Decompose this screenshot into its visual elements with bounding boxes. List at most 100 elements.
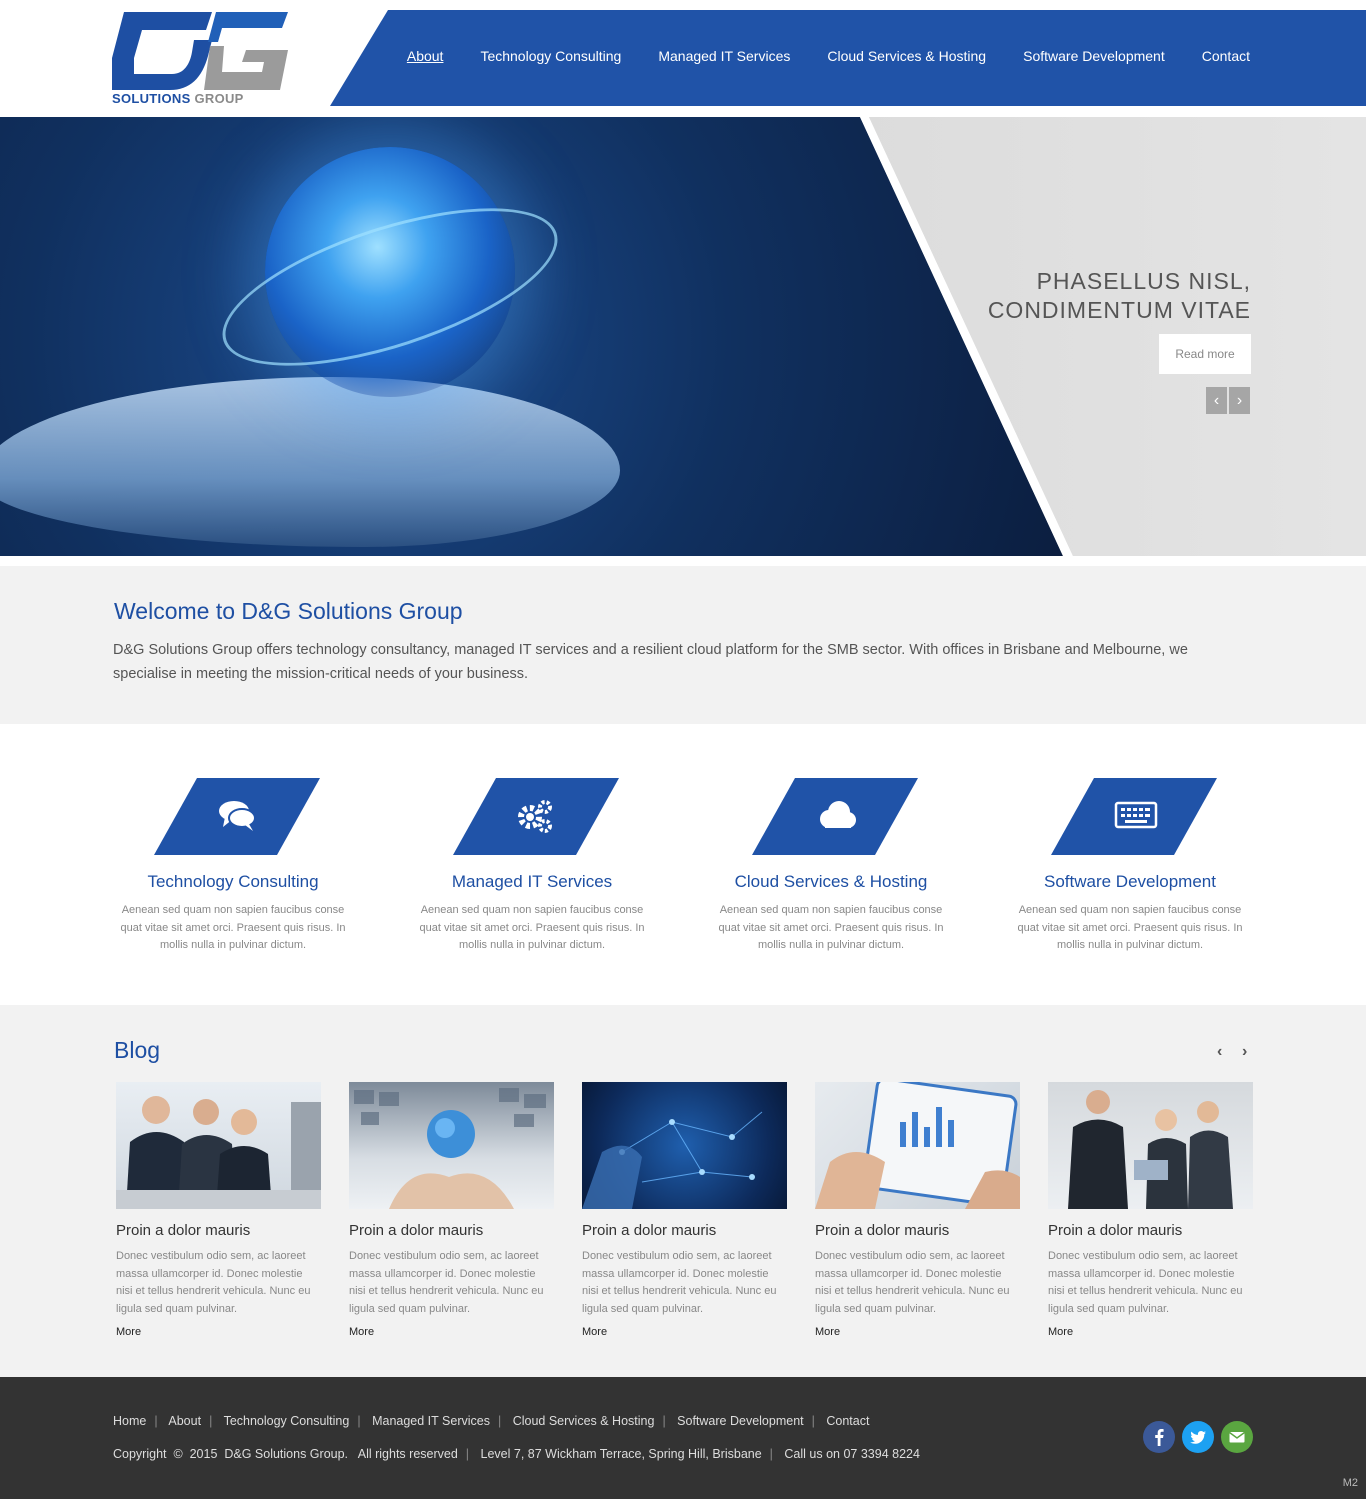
blog-post-title[interactable]: Proin a dolor mauris [815,1222,1020,1239]
blog-post-image[interactable] [1048,1082,1253,1209]
footer-link-home[interactable]: Home [113,1414,146,1428]
hand-illustration [0,377,620,547]
main-nav: About Technology Consulting Managed IT S… [407,48,1250,64]
services-section: Technology Consulting Aenean sed quam no… [0,724,1366,1005]
service-icon-badge [1051,778,1217,855]
footer-separator: | [662,1414,666,1428]
blog-post: Proin a dolor mauris Donec vestibulum od… [582,1082,787,1338]
business-team-photo [116,1096,321,1209]
tablet-chart-photo [815,1082,1020,1209]
footer-link-technology-consulting[interactable]: Technology Consulting [224,1414,350,1428]
nav-item-cloud-services-hosting[interactable]: Cloud Services & Hosting [827,48,986,64]
blog-post-title[interactable]: Proin a dolor mauris [349,1222,554,1239]
chat-icon [217,797,257,835]
blog-post-excerpt: Donec vestibulum odio sem, ac laoreet ma… [349,1250,544,1315]
twitter-icon[interactable] [1182,1421,1214,1453]
email-icon[interactable] [1221,1421,1253,1453]
logo-wordmark: SOLUTIONS GROUP [112,91,244,106]
nav-item-about[interactable]: About [407,48,444,64]
blog-post: Proin a dolor mauris Donec vestibulum od… [815,1082,1020,1338]
blog-prev-icon[interactable]: ‹ [1217,1043,1222,1061]
blog-post-image[interactable] [815,1082,1020,1209]
hero-title: PHASELLUS NISL, CONDIMENTUM VITAE [988,267,1251,325]
gears-icon [516,797,556,835]
site-footer: Home | About | Technology Consulting | Mana… [0,1377,1366,1499]
footer-link-software-development[interactable]: Software Development [677,1414,803,1428]
slider-prev-icon[interactable]: ‹ [1206,387,1227,414]
footer-nav: Home | About | Technology Consulting | Mana… [113,1414,869,1428]
footer-link-managed-it-services[interactable]: Managed IT Services [372,1414,490,1428]
phone-text: Call us on 07 3394 8224 [784,1447,920,1461]
blog-post: Proin a dolor mauris Donec vestibulum od… [116,1082,321,1338]
hero-title-line-1: PHASELLUS NISL, [1036,268,1251,294]
read-more-button[interactable]: Read more [1159,334,1251,374]
blog-post-title[interactable]: Proin a dolor mauris [1048,1222,1253,1239]
service-text: Aenean sed quam non sapien faucibus cons… [1017,904,1243,951]
dg-logo-mark [112,12,288,90]
blog-post-more-link[interactable]: More [1048,1326,1253,1338]
envelope-glyph [1229,1431,1245,1443]
hero-title-line-2: CONDIMENTUM VITAE [987,297,1251,323]
footer-info: Copyright © 2015 D&G Solutions Group. Al… [113,1447,920,1461]
site-header: SOLUTIONS GROUP About Technology Consult… [0,0,1366,117]
version-badge: M2 [1342,1477,1358,1489]
footer-separator: | [769,1447,773,1461]
footer-link-about[interactable]: About [168,1414,201,1428]
globe-hands-photo [354,1088,546,1209]
blog-post-more-link[interactable]: More [349,1326,554,1338]
cloud-icon [815,797,859,835]
blog-title: Blog [114,1037,161,1063]
copyright-text: Copyright © 2015 D&G Solutions Group. Al… [113,1447,458,1461]
blog-next-icon[interactable]: › [1242,1043,1247,1061]
blog-post-more-link[interactable]: More [582,1326,787,1338]
blog-post-excerpt: Donec vestibulum odio sem, ac laoreet ma… [116,1250,311,1315]
business-meeting-photo [1068,1090,1233,1209]
service-icon-badge [752,778,918,855]
blog-post: Proin a dolor mauris Donec vestibulum od… [349,1082,554,1338]
nav-item-managed-it-services[interactable]: Managed IT Services [658,48,790,64]
hero-slider: PHASELLUS NISL, CONDIMENTUM VITAE Read m… [0,117,1366,556]
footer-separator: | [811,1414,815,1428]
dg-logo[interactable]: SOLUTIONS GROUP [112,12,288,108]
keyboard-icon [1114,797,1158,835]
blog-section: Blog ‹ › Proin a dolor mauris Donec vest… [0,1005,1366,1377]
blog-post-title[interactable]: Proin a dolor mauris [116,1222,321,1239]
facebook-glyph [1155,1429,1164,1446]
blog-post-title[interactable]: Proin a dolor mauris [582,1222,787,1239]
service-title: Software Development [1044,872,1216,891]
nav-item-contact[interactable]: Contact [1202,48,1250,64]
service-icon-badge [154,778,320,855]
blog-post-image[interactable] [349,1082,554,1209]
facebook-icon[interactable] [1143,1421,1175,1453]
service-title: Managed IT Services [451,872,613,891]
footer-separator: | [465,1447,470,1461]
welcome-title: Welcome to D&G Solutions Group [114,598,463,624]
footer-separator: | [154,1414,158,1428]
service-title: Technology Consulting [147,872,319,891]
address-text: Level 7, 87 Wickham Terrace, Spring Hill… [480,1447,762,1461]
twitter-glyph [1190,1431,1206,1444]
blog-post-excerpt: Donec vestibulum odio sem, ac laoreet ma… [815,1250,1010,1315]
footer-separator: | [357,1414,361,1428]
service-text: Aenean sed quam non sapien faucibus cons… [718,904,944,951]
service-title: Cloud Services & Hosting [734,872,928,891]
service-text: Aenean sed quam non sapien faucibus cons… [120,904,346,951]
logo-word-solutions: SOLUTIONS [112,91,191,106]
network-touch-photo [582,1111,763,1209]
footer-separator: | [497,1414,502,1428]
footer-link-contact[interactable]: Contact [826,1414,869,1428]
blog-post: Proin a dolor mauris Donec vestibulum od… [1048,1082,1253,1338]
blog-post-more-link[interactable]: More [116,1326,321,1338]
blog-post-more-link[interactable]: More [815,1326,1020,1338]
service-text: Aenean sed quam non sapien faucibus cons… [419,904,645,951]
footer-link-cloud-services-hosting[interactable]: Cloud Services & Hosting [513,1414,655,1428]
welcome-text: D&G Solutions Group offers technology co… [113,642,1188,682]
welcome-section: Welcome to D&G Solutions Group D&G Solut… [0,566,1366,724]
blog-post-image[interactable] [116,1082,321,1209]
service-icon-badge [453,778,619,855]
nav-item-software-development[interactable]: Software Development [1023,48,1165,64]
blog-post-image[interactable] [582,1082,787,1209]
slider-next-icon[interactable]: › [1229,387,1250,414]
nav-item-technology-consulting[interactable]: Technology Consulting [480,48,621,64]
footer-separator: | [209,1414,213,1428]
